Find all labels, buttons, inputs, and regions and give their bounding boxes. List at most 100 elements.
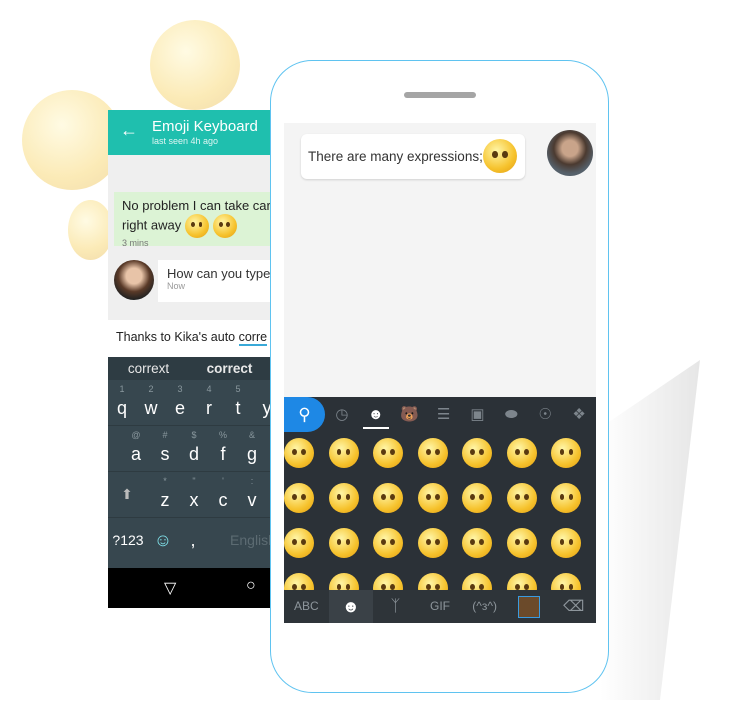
emoji-cell[interactable] <box>462 438 507 483</box>
abc-button[interactable]: ABC <box>284 590 329 623</box>
key-d[interactable]: d $ <box>183 430 205 465</box>
food-icon[interactable]: ☰ <box>427 397 461 432</box>
emoji-cell[interactable] <box>551 528 596 573</box>
emoji-cell[interactable] <box>506 483 552 528</box>
decorative-emoji <box>22 90 122 190</box>
emoji-cell[interactable] <box>506 438 552 483</box>
suggestion[interactable]: correct <box>189 357 270 380</box>
symbols-icon[interactable]: ❖ <box>562 397 596 432</box>
emoji-cell[interactable] <box>373 438 418 483</box>
back-arrow-icon[interactable]: ← <box>120 120 138 141</box>
emoji-sticker <box>462 573 493 590</box>
message-input[interactable]: Thanks to Kika's auto corre <box>108 320 270 357</box>
key-y[interactable]: y <box>256 398 271 419</box>
emoji-cell[interactable] <box>506 528 552 573</box>
key-a[interactable]: a @ <box>125 430 147 465</box>
decorative-emoji <box>68 200 113 260</box>
emoji-sticker <box>417 438 448 468</box>
emoji-sticker <box>417 528 448 558</box>
smiley-icon[interactable]: ☻ <box>359 397 393 432</box>
key-hint: " <box>192 476 196 486</box>
phone-shadow <box>600 360 700 700</box>
key-row: a @ s # d $ f% g & <box>108 426 270 472</box>
message-text: There are many expressions; <box>308 149 483 164</box>
emoji-cell[interactable] <box>284 483 329 528</box>
key-s[interactable]: s # <box>154 430 176 465</box>
search-icon[interactable]: ⚲ <box>284 397 325 432</box>
chat-title: Emoji Keyboard <box>152 118 258 135</box>
emoji-cell[interactable] <box>462 573 507 590</box>
ghost-icon[interactable]: ᛉ <box>373 590 418 623</box>
emoji-sticker <box>506 483 537 513</box>
emoji-cell[interactable] <box>328 438 374 483</box>
keyboard-bottom-bar: ABC ☻ ᛉ GIF (^з^) ⌫ <box>284 590 596 623</box>
key-g[interactable]: g & <box>241 430 263 465</box>
lightbulb-icon[interactable]: ☉ <box>528 397 562 432</box>
keyboard: corrext correct q1w2e3r4t5 y a @ s # d $ f% g & ⬆… <box>108 357 270 568</box>
emoji-sticker <box>506 528 537 558</box>
shift-icon[interactable]: ⬆ <box>116 486 138 503</box>
emoji-sticker <box>373 438 404 468</box>
key-w[interactable]: w2 <box>140 384 162 419</box>
emoji-cell[interactable] <box>373 573 418 590</box>
emoji-cell[interactable] <box>551 573 596 590</box>
emoji-cell[interactable] <box>328 573 374 590</box>
recent-icon[interactable]: ◷ <box>325 397 359 432</box>
emoji-cell[interactable] <box>462 483 507 528</box>
emoji-cell[interactable] <box>417 528 463 573</box>
emoji-cell[interactable] <box>417 573 463 590</box>
key-t[interactable]: t5 <box>227 384 249 419</box>
kaomoji-button[interactable]: (^з^) <box>462 590 507 623</box>
emoji-sticker <box>462 438 493 468</box>
sports-icon[interactable]: ⬬ <box>494 397 528 432</box>
emoji-cell[interactable] <box>373 483 418 528</box>
key-hint: 4 <box>206 384 212 394</box>
suggestion[interactable]: corrext <box>108 357 189 380</box>
comma-key[interactable]: , <box>182 530 204 551</box>
emoji-cell[interactable] <box>551 483 596 528</box>
symbols-key[interactable]: ?123 <box>110 532 146 548</box>
message-text: How can you type <box>167 266 270 281</box>
emoji-cell[interactable] <box>462 528 507 573</box>
emoji-key-icon[interactable]: ☺ <box>152 530 174 551</box>
emoji-sticker <box>373 573 404 590</box>
emoji-sticker <box>417 573 448 590</box>
emoji-cell[interactable] <box>284 438 329 483</box>
key-hint: $ <box>191 430 197 440</box>
emoji-cell[interactable] <box>373 528 418 573</box>
emoji-cell[interactable] <box>284 528 329 573</box>
emoji-cell[interactable] <box>284 573 329 590</box>
emoji-sticker <box>373 528 404 558</box>
backspace-icon[interactable]: ⌫ <box>551 590 596 623</box>
emoji-cell[interactable] <box>551 438 596 483</box>
word-game-icon[interactable] <box>507 590 552 623</box>
key-v[interactable]: v: <box>241 476 263 511</box>
emoji-sticker <box>184 214 209 238</box>
key-q[interactable]: q1 <box>111 384 133 419</box>
car-icon[interactable]: ▣ <box>461 397 495 432</box>
space-key[interactable]: English <box>228 532 270 548</box>
emoji-cell[interactable] <box>417 483 463 528</box>
emoji-cell[interactable] <box>328 528 374 573</box>
home-circle-icon[interactable]: ○ <box>246 577 256 595</box>
emoji-cell[interactable] <box>506 573 552 590</box>
emoji-sticker <box>328 573 359 590</box>
key-c[interactable]: c ' <box>212 476 234 511</box>
emoji-tab-icon[interactable]: ☻ <box>328 590 374 623</box>
key-r[interactable]: r4 <box>198 384 220 419</box>
emoji-category-bar: ⚲ ◷ ☻ 🐻 ☰ ▣ ⬬ ☉ ❖ <box>284 397 596 432</box>
key-hint: @ <box>131 430 141 440</box>
key-e[interactable]: e3 <box>169 384 191 419</box>
gif-button[interactable]: GIF <box>418 590 463 623</box>
emoji-sticker <box>328 483 359 513</box>
message-bubble: There are many expressions; <box>301 134 525 179</box>
emoji-cell[interactable] <box>328 483 374 528</box>
key-z[interactable]: z * <box>154 476 176 511</box>
emoji-sticker <box>284 483 314 513</box>
emoji-cell[interactable] <box>417 438 463 483</box>
back-triangle-icon[interactable]: ▽ <box>164 578 176 598</box>
animal-icon[interactable]: 🐻 <box>393 397 427 432</box>
key-x[interactable]: x " <box>183 476 205 511</box>
key-f[interactable]: f% <box>212 430 234 465</box>
emoji-sticker <box>462 528 493 558</box>
